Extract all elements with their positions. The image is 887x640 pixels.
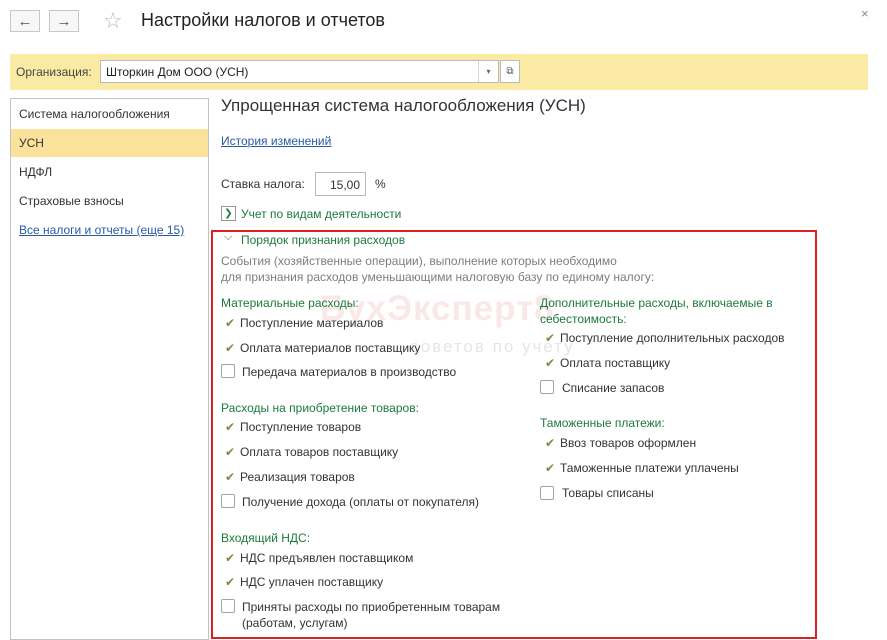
organization-label: Организация:	[16, 65, 92, 79]
input-vat-title: Входящий НДС:	[221, 531, 311, 545]
check-icon[interactable]: ✔	[545, 331, 555, 345]
back-button[interactable]: ←	[10, 10, 40, 32]
check-icon[interactable]: ✔	[225, 551, 235, 565]
checkbox-label: (работам, услугам)	[242, 616, 348, 630]
chevron-down-icon[interactable]: ⌵	[224, 231, 232, 244]
check-icon[interactable]: ✔	[545, 461, 555, 475]
check-icon[interactable]: ✔	[545, 356, 555, 370]
sidebar: Система налогообложения УСН НДФЛ Страхов…	[10, 98, 209, 640]
dropdown-arrow-icon[interactable]: ▾	[478, 61, 498, 82]
checkbox-label: Оплата поставщику	[560, 356, 671, 370]
sidebar-item-insurance[interactable]: Страховые взносы	[11, 187, 208, 215]
checkbox-label: Получение дохода (оплаты от покупателя)	[242, 495, 479, 509]
customs-title: Таможенные платежи:	[540, 416, 665, 430]
check-icon[interactable]: ✔	[225, 341, 235, 355]
tax-rate-input[interactable]: 15,00	[315, 172, 366, 196]
sidebar-item-usn[interactable]: УСН	[11, 129, 208, 157]
material-expenses-title: Материальные расходы:	[221, 296, 359, 310]
checkbox-label: Приняты расходы по приобретенным товарам	[242, 600, 501, 614]
section-description: События (хозяйственные операции), выполн…	[221, 253, 741, 285]
checkbox-label: Ввоз товаров оформлен	[560, 436, 697, 450]
unchecked-checkbox[interactable]	[221, 494, 235, 508]
check-icon[interactable]: ✔	[225, 575, 235, 589]
check-icon[interactable]: ✔	[225, 470, 235, 484]
unchecked-checkbox[interactable]	[221, 599, 235, 613]
page-title: Настройки налогов и отчетов	[141, 10, 385, 30]
activity-accounting-toggle[interactable]: Учет по видам деятельности	[241, 207, 401, 221]
description-line-1: События (хозяйственные операции), выполн…	[221, 254, 617, 268]
check-icon[interactable]: ✔	[225, 420, 235, 434]
sidebar-item-ndfl[interactable]: НДФЛ	[11, 158, 208, 186]
checkbox-label: Оплата материалов поставщику	[240, 341, 421, 355]
organization-field[interactable]: Шторкин Дом ООО (УСН)	[100, 60, 499, 83]
check-icon[interactable]: ✔	[225, 316, 235, 330]
tax-rate-label: Ставка налога:	[221, 177, 305, 191]
sidebar-item-all-taxes[interactable]: Все налоги и отчеты (еще 15)	[11, 216, 208, 244]
unchecked-checkbox[interactable]	[540, 486, 554, 500]
unchecked-checkbox[interactable]	[221, 364, 235, 378]
expense-recognition-title[interactable]: Порядок признания расходов	[241, 233, 405, 247]
checkbox-label: Поступление товаров	[240, 420, 362, 434]
checkbox-label: НДС уплачен поставщику	[240, 575, 384, 589]
checkbox-label: Товары списаны	[562, 486, 654, 500]
check-icon[interactable]: ✔	[545, 436, 555, 450]
section-heading: Упрощенная система налогообложения (УСН)	[221, 96, 586, 115]
checkbox-label: Поступление материалов	[240, 316, 384, 330]
sidebar-item-tax-system[interactable]: Система налогообложения	[11, 100, 208, 128]
arrow-right-icon: →	[56, 12, 72, 30]
percent-unit: %	[375, 177, 386, 191]
goods-expenses-title: Расходы на приобретение товаров:	[221, 401, 419, 415]
check-icon[interactable]: ✔	[225, 445, 235, 459]
history-link[interactable]: История изменений	[221, 134, 331, 148]
unchecked-checkbox[interactable]	[540, 380, 554, 394]
extra-expenses-title-cont: себестоимость:	[540, 312, 627, 326]
checkbox-label: Оплата товаров поставщику	[240, 445, 399, 459]
close-icon[interactable]: ×	[861, 6, 869, 21]
description-line-2: для признания расходов уменьшающими нало…	[221, 270, 655, 284]
checkbox-label: Таможенные платежи уплачены	[560, 461, 739, 475]
checkbox-label: Передача материалов в производство	[242, 365, 457, 379]
open-form-icon[interactable]: ⧉	[500, 60, 520, 83]
forward-button[interactable]: →	[49, 10, 79, 32]
checkbox-label: Списание запасов	[562, 381, 665, 395]
expand-right-icon[interactable]: ❯	[221, 206, 236, 221]
checkbox-label: НДС предъявлен поставщиком	[240, 551, 414, 565]
extra-expenses-title: Дополнительные расходы, включаемые в	[540, 296, 773, 310]
favorite-star-icon[interactable]: ☆	[103, 8, 123, 34]
organization-bar: Организация: Шторкин Дом ООО (УСН) ▾ ⧉	[10, 54, 868, 90]
checkbox-label: Поступление дополнительных расходов	[560, 331, 785, 345]
arrow-left-icon: ←	[17, 12, 33, 30]
checkbox-label: Реализация товаров	[240, 470, 355, 484]
